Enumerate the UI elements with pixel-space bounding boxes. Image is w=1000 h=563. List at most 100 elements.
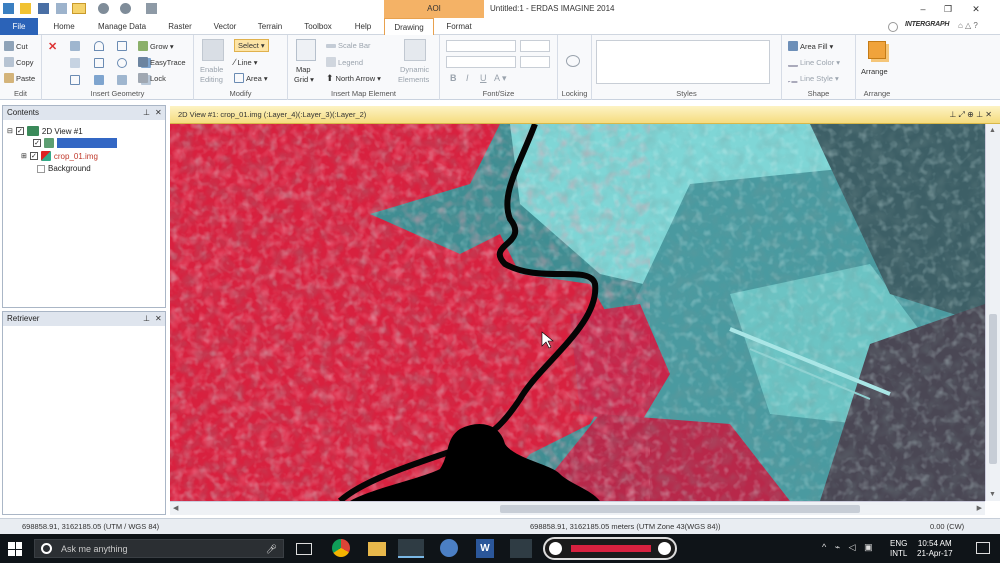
italic-button[interactable]: I xyxy=(466,73,469,83)
line-style-button[interactable]: Line Style ▾ xyxy=(788,73,839,83)
legend-button[interactable]: Legend xyxy=(326,57,363,67)
save-icon[interactable] xyxy=(38,3,49,14)
undo-icon[interactable] xyxy=(56,3,67,14)
lock-button[interactable]: Lock xyxy=(138,73,166,83)
north-arrow-button[interactable]: ⬆ North Arrow ▾ xyxy=(326,73,381,84)
expand-icon[interactable]: ⊞ xyxy=(21,152,27,160)
line-button[interactable]: ∕ Line ▾ xyxy=(234,57,257,67)
map-grid-label[interactable]: Map xyxy=(296,65,311,74)
cut-button[interactable]: Cut xyxy=(4,41,28,51)
underline-button[interactable]: U xyxy=(480,73,487,83)
font-size-select[interactable] xyxy=(520,40,550,52)
curve-icon[interactable] xyxy=(70,74,80,85)
tree-view-node[interactable]: ⊟ ✓ 2D View #1 xyxy=(7,126,83,136)
help-icons[interactable]: ⌂ △ ? xyxy=(958,21,978,30)
erdas-task-icon[interactable] xyxy=(398,539,424,558)
rectangle-icon[interactable] xyxy=(117,41,127,51)
notifications-icon[interactable] xyxy=(976,542,990,554)
map-viewport[interactable] xyxy=(170,124,985,501)
tab-manage-data[interactable]: Manage Data xyxy=(90,18,154,35)
bold-button[interactable]: B xyxy=(450,73,457,83)
styles-gallery[interactable] xyxy=(596,40,770,84)
horizontal-scroll-thumb[interactable] xyxy=(500,505,860,513)
retriever-pin-icon[interactable]: ⊥ xyxy=(143,312,150,326)
grow-button[interactable]: Grow ▾ xyxy=(138,41,174,51)
cortana-search-box[interactable]: Ask me anything 🎤︎ xyxy=(34,539,284,558)
polygon-icon[interactable] xyxy=(93,74,104,85)
horizontal-scrollbar[interactable]: ◀ ▶ xyxy=(170,501,985,515)
enable-editing-icon[interactable] xyxy=(202,39,224,61)
app-icon[interactable] xyxy=(3,3,14,14)
line-color-button[interactable]: Line Color ▾ xyxy=(788,57,840,67)
microphone-icon[interactable]: 🎤︎ xyxy=(266,544,277,555)
pause-record-icon[interactable] xyxy=(658,542,671,555)
task-view-icon[interactable] xyxy=(296,543,312,555)
input-language[interactable]: ENG INTL xyxy=(890,539,907,559)
tab-drawing[interactable]: Drawing xyxy=(384,18,434,36)
area-button[interactable]: Area ▾ xyxy=(234,73,268,83)
tab-file[interactable]: File xyxy=(0,18,38,35)
easytrace-button[interactable]: EasyTrace xyxy=(138,57,186,67)
tree-image-layer[interactable]: ⊞ ✓ crop_01.img xyxy=(21,151,98,161)
collapse-icon[interactable]: ⊟ xyxy=(7,127,13,135)
grid-icon[interactable] xyxy=(70,58,80,69)
tab-toolbox[interactable]: Toolbox xyxy=(296,18,340,35)
vertical-scrollbar[interactable]: ▲ ▼ xyxy=(985,124,1000,501)
zoom-in-icon[interactable] xyxy=(98,3,109,14)
dynamic-elements-icon[interactable] xyxy=(404,39,426,61)
scroll-right-icon[interactable]: ▶ xyxy=(977,504,982,512)
enable-editing-label[interactable]: Enable xyxy=(200,65,223,74)
contents-close-icon[interactable]: ✕ xyxy=(155,106,162,120)
tab-vector[interactable]: Vector xyxy=(206,18,244,35)
file-explorer-icon[interactable] xyxy=(368,542,386,556)
vertical-scroll-thumb[interactable] xyxy=(989,314,997,464)
area-fill-button[interactable]: Area Fill ▾ xyxy=(788,41,833,51)
word-icon[interactable]: W xyxy=(476,539,494,558)
zoom-out-icon[interactable] xyxy=(120,3,131,14)
open-icon[interactable] xyxy=(20,3,31,14)
select-tool-icon[interactable] xyxy=(72,3,86,14)
font-color-button[interactable]: A ▾ xyxy=(494,73,507,84)
image-checkbox[interactable]: ✓ xyxy=(29,152,38,160)
copy-button[interactable]: Copy xyxy=(4,57,34,67)
view-controls[interactable]: ⊥ ⤢ ⊕ ⊥ ✕ xyxy=(949,106,992,124)
paste-button[interactable]: Paste xyxy=(4,73,35,83)
font-style-select[interactable] xyxy=(446,56,516,68)
recorder-control[interactable] xyxy=(543,537,677,560)
scroll-down-icon[interactable]: ▼ xyxy=(989,491,996,498)
tab-format[interactable]: Format xyxy=(434,18,484,35)
globe-app-icon[interactable] xyxy=(440,539,458,557)
select-button[interactable]: Select ▾ xyxy=(234,39,269,52)
system-tray-icons[interactable]: ^ ⌁ ◁ ▣ xyxy=(822,542,876,553)
erdas-task-icon-2[interactable] xyxy=(510,539,532,558)
locking-icon[interactable] xyxy=(566,55,580,67)
view-checkbox[interactable]: ✓ xyxy=(15,127,24,135)
satellite-image[interactable] xyxy=(170,124,985,501)
chrome-icon[interactable] xyxy=(332,539,350,557)
region-icon[interactable] xyxy=(117,74,127,85)
restore-button[interactable]: ❐ xyxy=(940,2,956,16)
tab-help[interactable]: Help xyxy=(346,18,380,35)
aoi-checkbox[interactable]: ✓ xyxy=(33,139,41,147)
tab-terrain[interactable]: Terrain xyxy=(250,18,290,35)
font-family-select[interactable] xyxy=(446,40,516,52)
point-icon[interactable] xyxy=(70,41,80,51)
minimize-button[interactable]: – xyxy=(915,2,931,16)
polyline-icon[interactable] xyxy=(93,58,104,69)
stop-record-icon[interactable] xyxy=(549,542,562,555)
scale-bar-button[interactable]: Scale Bar xyxy=(326,41,371,50)
retriever-close-icon[interactable]: ✕ xyxy=(155,312,162,326)
ellipse-icon[interactable] xyxy=(117,58,127,69)
clock[interactable]: 10:54 AM 21-Apr-17 xyxy=(917,539,953,559)
windows-start-icon[interactable] xyxy=(8,542,22,556)
font-scale-select[interactable] xyxy=(520,56,550,68)
arrange-icon[interactable] xyxy=(868,41,886,59)
aoi-layer-label-selected[interactable] xyxy=(57,138,117,148)
arc-icon[interactable] xyxy=(93,41,104,51)
scroll-left-icon[interactable]: ◀ xyxy=(173,504,178,512)
pin-icon[interactable]: ⊥ xyxy=(143,106,150,120)
tree-background[interactable]: Background xyxy=(37,164,91,173)
delete-icon[interactable]: ✕ xyxy=(48,40,57,53)
tree-aoi-layer[interactable]: ✓ xyxy=(33,138,117,148)
map-grid-label-2[interactable]: Grid ▾ xyxy=(294,75,314,84)
